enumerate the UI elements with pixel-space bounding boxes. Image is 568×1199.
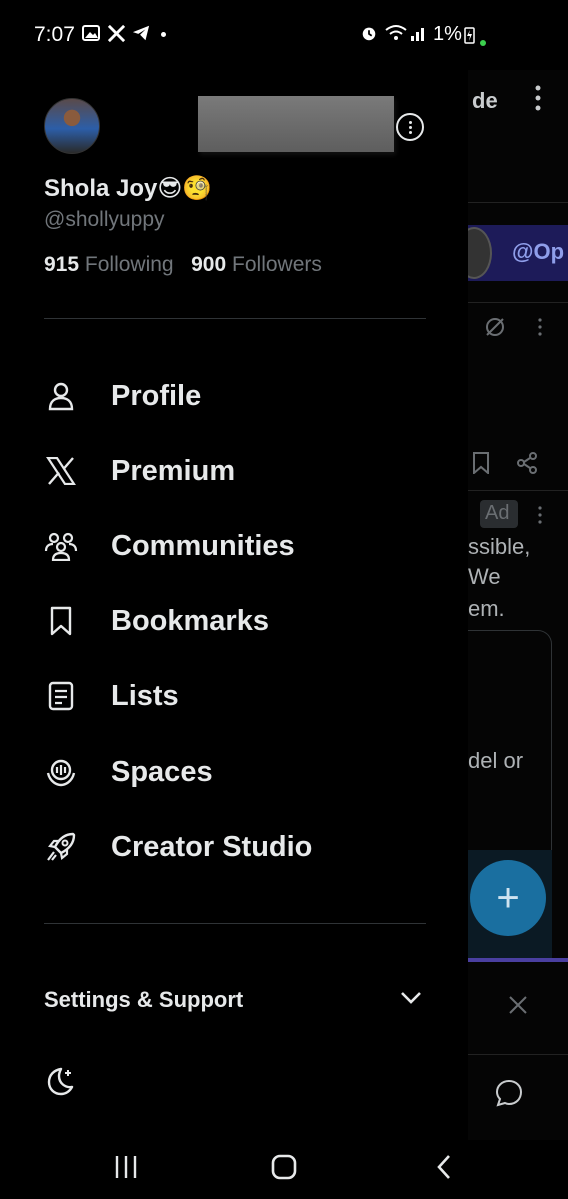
bg-messages-icon xyxy=(494,1078,524,1113)
back-icon[interactable] xyxy=(436,1154,452,1185)
profile-handle: @shollyuppy xyxy=(44,208,165,231)
bg-bookmark-icon xyxy=(472,452,490,479)
following-link[interactable]: 915 Following xyxy=(44,253,174,276)
menu-label-communities: Communities xyxy=(111,529,295,562)
bg-text-2: We xyxy=(468,564,501,589)
following-label: Following xyxy=(84,253,174,276)
list-icon xyxy=(44,679,78,713)
rocket-icon xyxy=(44,830,78,864)
follow-stats: 915 Following 900 Followers xyxy=(44,253,322,277)
alarm-icon xyxy=(360,24,378,47)
telegram-icon xyxy=(132,24,150,47)
status-bar: 7:07 1% xyxy=(0,0,568,70)
menu-label-creator-studio: Creator Studio xyxy=(111,830,313,863)
bg-text-4: del or xyxy=(468,748,524,773)
compose-fab-label: + xyxy=(496,876,520,920)
gallery-icon xyxy=(82,24,100,47)
settings-support-label: Settings & Support xyxy=(44,987,244,1012)
system-nav-bar xyxy=(0,1140,568,1199)
menu-label-bookmarks: Bookmarks xyxy=(111,604,269,637)
compose-fab[interactable]: + xyxy=(470,860,546,936)
bg-text-1: ssible, xyxy=(468,534,531,559)
bookmark-icon xyxy=(44,604,78,638)
x-logo-icon xyxy=(44,454,78,488)
bg-share-icon xyxy=(516,452,538,479)
bg-banner: @Op xyxy=(468,225,568,281)
bg-header-text: de xyxy=(472,88,498,113)
bg-text-3: em. xyxy=(468,596,505,621)
profile-name[interactable]: Shola Joy😎🧐 xyxy=(44,174,212,203)
battery-charging-icon xyxy=(464,26,475,49)
settings-support-toggle[interactable]: Settings & Support xyxy=(44,980,426,1020)
followers-label: Followers xyxy=(232,253,322,276)
more-vertical-icon[interactable] xyxy=(535,85,541,116)
bg-ad-label: Ad xyxy=(485,502,510,524)
recent-apps-icon[interactable] xyxy=(114,1154,138,1185)
menu-item-premium[interactable]: Premium xyxy=(44,441,444,501)
menu-label-lists: Lists xyxy=(111,679,179,712)
home-icon[interactable] xyxy=(271,1154,297,1185)
menu-item-lists[interactable]: Lists xyxy=(44,666,444,726)
account-options-icon[interactable] xyxy=(396,113,424,141)
notification-dot xyxy=(161,32,166,37)
privacy-indicator-dot xyxy=(480,40,486,46)
menu-item-creator-studio[interactable]: Creator Studio xyxy=(44,817,444,877)
redacted-area xyxy=(198,96,394,152)
menu-label-profile: Profile xyxy=(111,379,202,412)
communities-icon xyxy=(44,529,78,563)
avatar[interactable] xyxy=(44,98,100,154)
bg-ad-more-icon xyxy=(538,506,542,529)
menu-item-spaces[interactable]: Spaces xyxy=(44,742,444,802)
bg-close-icon xyxy=(508,995,528,1020)
followers-count: 900 xyxy=(191,253,227,276)
person-icon xyxy=(44,379,78,413)
bg-slash-circle-icon xyxy=(484,316,506,343)
menu-label-premium: Premium xyxy=(111,454,236,487)
divider-bottom xyxy=(44,923,426,924)
signal-icon xyxy=(410,24,428,47)
theme-toggle-moon-icon[interactable] xyxy=(44,1065,76,1102)
bg-more-icon xyxy=(538,318,542,341)
battery-percent: 1% xyxy=(433,23,462,45)
status-time: 7:07 xyxy=(34,23,75,46)
navigation-drawer: Shola Joy😎🧐 @shollyuppy 915 Following 90… xyxy=(0,70,468,1140)
menu-item-bookmarks[interactable]: Bookmarks xyxy=(44,591,444,651)
background-feed: de @Op Ad ssible, We em. del or xyxy=(468,70,568,1140)
divider-top xyxy=(44,318,426,319)
menu-label-spaces: Spaces xyxy=(111,755,213,788)
x-icon xyxy=(107,24,126,48)
bg-banner-text: @Op xyxy=(512,239,565,264)
following-count: 915 xyxy=(44,253,80,276)
followers-link[interactable]: 900 Followers xyxy=(191,253,322,276)
wifi-icon xyxy=(385,24,407,47)
profile-name-emoji: 😎🧐 xyxy=(157,175,213,202)
chevron-down-icon xyxy=(400,991,422,1010)
spaces-icon xyxy=(44,755,78,789)
menu-item-communities[interactable]: Communities xyxy=(44,516,444,576)
menu-item-profile[interactable]: Profile xyxy=(44,366,444,426)
profile-name-text: Shola Joy xyxy=(44,175,158,202)
